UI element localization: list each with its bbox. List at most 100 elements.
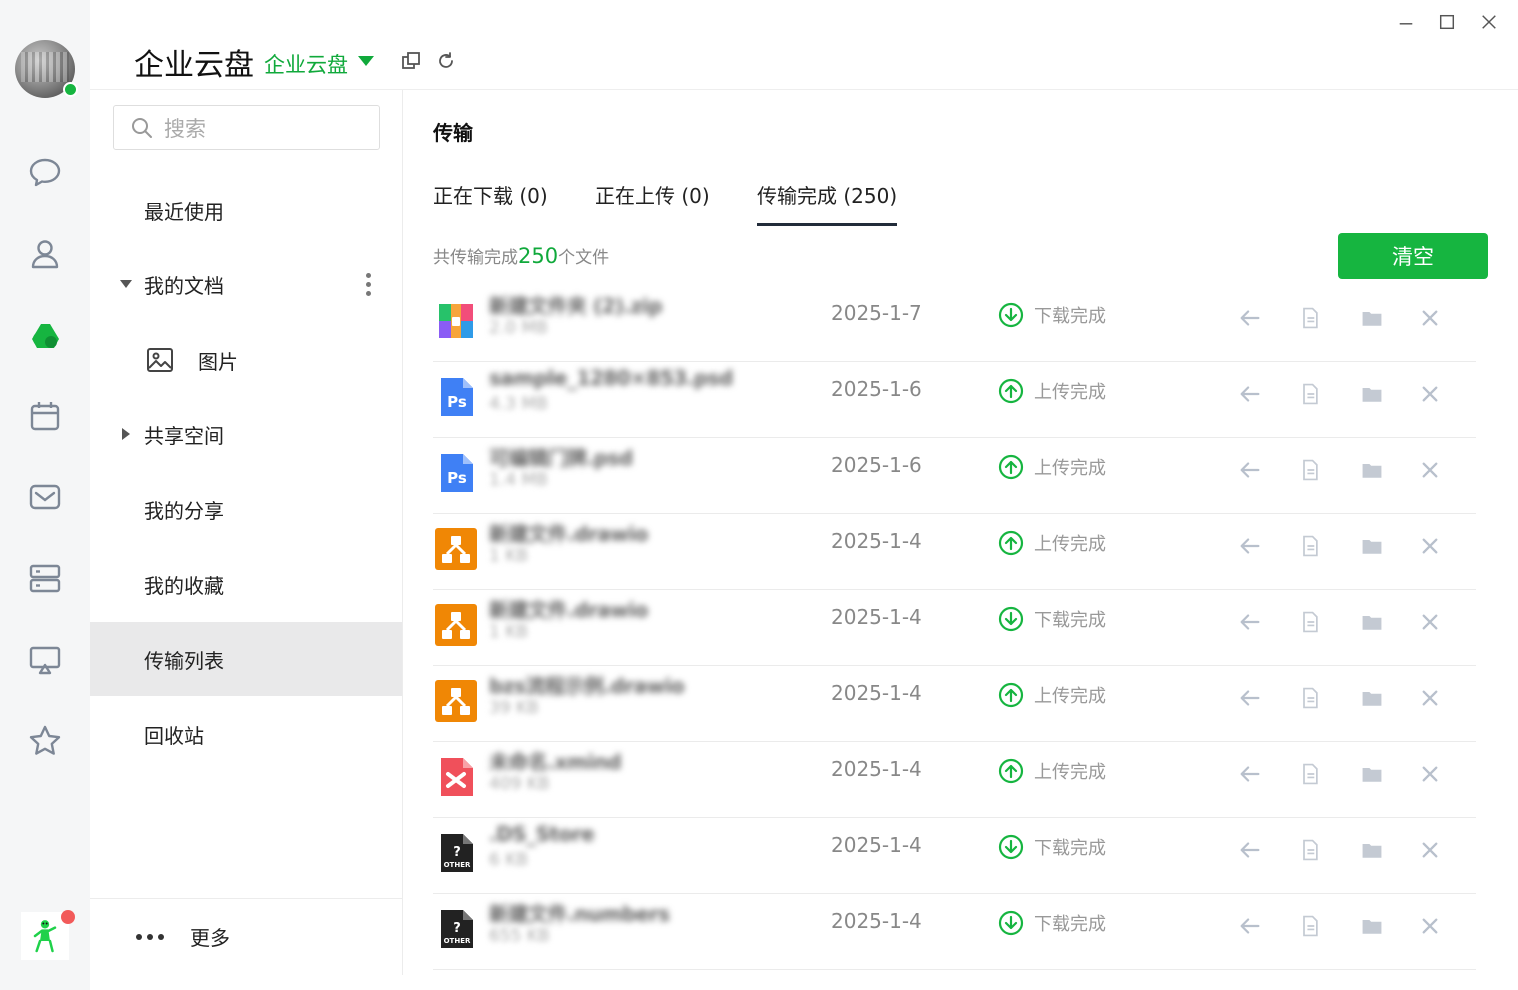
open-folder-icon[interactable] — [1358, 380, 1386, 408]
cloud-disk-icon[interactable] — [25, 316, 65, 356]
nav-item-label: 回收站 — [144, 723, 204, 748]
remove-record-icon[interactable] — [1416, 456, 1444, 484]
transfer-date: 2025-1-4 — [831, 605, 922, 629]
open-folder-icon[interactable] — [1358, 760, 1386, 788]
remove-record-icon[interactable] — [1416, 684, 1444, 712]
meeting-screen-icon[interactable] — [25, 640, 65, 680]
file-name[interactable]: 新建文件.numbers — [489, 898, 670, 927]
table-row[interactable]: ? OTHER .DS_Store 6 KB 2025-1-4 下载完成 — [433, 818, 1476, 894]
transfer-date: 2025-1-4 — [831, 833, 922, 857]
minimize-icon[interactable] — [1392, 8, 1420, 36]
open-file-icon[interactable] — [1296, 456, 1324, 484]
more-options-icon[interactable] — [366, 272, 372, 296]
open-folder-icon[interactable] — [1358, 684, 1386, 712]
remove-record-icon[interactable] — [1416, 836, 1444, 864]
back-arrow-icon[interactable] — [1236, 380, 1264, 408]
back-arrow-icon[interactable] — [1236, 304, 1264, 332]
nav-item-label: 传输列表 — [144, 648, 224, 673]
back-arrow-icon[interactable] — [1236, 912, 1264, 940]
remove-record-icon[interactable] — [1416, 532, 1444, 560]
transfer-date: 2025-1-4 — [831, 757, 922, 781]
table-row[interactable]: Ps sample_1280×853.psd 4.3 MB 2025-1-6 上传完成 — [433, 362, 1476, 438]
nav-item-my-docs[interactable]: 我的文档 — [90, 247, 402, 321]
table-row[interactable]: bzs流程示例.drawio 39 KB 2025-1-4 上传完成 — [433, 666, 1476, 742]
file-name[interactable]: bzs流程示例.drawio — [489, 670, 685, 699]
collapse-caret-icon[interactable] — [122, 428, 130, 440]
back-arrow-icon[interactable] — [1236, 836, 1264, 864]
nav-item-favorites[interactable]: 我的收藏 — [90, 547, 402, 621]
workbench-icon[interactable] — [25, 558, 65, 598]
file-name[interactable]: 未命名.xmind — [489, 746, 622, 775]
refresh-icon[interactable] — [435, 50, 457, 72]
back-arrow-icon[interactable] — [1236, 684, 1264, 712]
nav-item-shared-space[interactable]: 共享空间 — [90, 397, 402, 471]
expand-caret-icon[interactable] — [120, 280, 132, 288]
calendar-icon[interactable] — [25, 396, 65, 436]
status-label: 下载完成 — [1034, 610, 1106, 631]
open-folder-icon[interactable] — [1358, 912, 1386, 940]
remove-record-icon[interactable] — [1416, 608, 1444, 636]
star-icon[interactable] — [25, 721, 65, 761]
back-arrow-icon[interactable] — [1236, 532, 1264, 560]
svg-text:OTHER: OTHER — [444, 861, 471, 869]
table-row[interactable]: 新建文件夹 (2).zip 2.0 MB 2025-1-7 下载完成 — [433, 286, 1476, 362]
transfer-status: 上传完成 — [998, 454, 1106, 480]
nav-item-label: 我的收藏 — [144, 573, 224, 598]
nav-item-pictures[interactable]: 图片 — [90, 323, 402, 397]
close-window-icon[interactable] — [1475, 8, 1503, 36]
open-folder-icon[interactable] — [1358, 456, 1386, 484]
remove-record-icon[interactable] — [1416, 760, 1444, 788]
nav-item-my-shares[interactable]: 我的分享 — [90, 472, 402, 546]
remove-record-icon[interactable] — [1416, 304, 1444, 332]
open-folder-icon[interactable] — [1358, 836, 1386, 864]
back-arrow-icon[interactable] — [1236, 760, 1264, 788]
transfer-date: 2025-1-4 — [831, 909, 922, 933]
open-file-icon[interactable] — [1296, 760, 1324, 788]
open-file-icon[interactable] — [1296, 532, 1324, 560]
nav-item-transfers[interactable]: 传输列表 — [90, 622, 402, 696]
search-input[interactable]: 搜索 — [113, 105, 380, 150]
tab-completed[interactable]: 传输完成 (250) — [757, 180, 898, 226]
table-row[interactable]: 未命名.xmind 409 KB 2025-1-4 上传完成 — [433, 742, 1476, 818]
file-name[interactable]: 可编辑门牌.psd — [489, 442, 633, 471]
space-dropdown-caret-icon[interactable] — [358, 56, 374, 66]
open-external-icon[interactable] — [400, 50, 422, 72]
nav-item-recycle-bin[interactable]: 回收站 — [90, 697, 402, 771]
open-folder-icon[interactable] — [1358, 304, 1386, 332]
remove-record-icon[interactable] — [1416, 912, 1444, 940]
mail-icon[interactable] — [25, 477, 65, 517]
table-row[interactable]: 新建文件.drawio 1 KB 2025-1-4 上传完成 — [433, 514, 1476, 590]
download-complete-icon — [998, 910, 1034, 936]
file-name[interactable]: .DS_Store — [489, 822, 595, 846]
open-file-icon[interactable] — [1296, 380, 1324, 408]
file-name[interactable]: 新建文件夹 (2).zip — [489, 290, 663, 319]
file-name[interactable]: sample_1280×853.psd — [489, 366, 733, 390]
open-folder-icon[interactable] — [1358, 608, 1386, 636]
file-size: 4.3 MB — [489, 394, 548, 414]
file-size: 1.4 MB — [489, 470, 548, 490]
table-row[interactable]: Ps 可编辑门牌.psd 1.4 MB 2025-1-6 上传完成 — [433, 438, 1476, 514]
open-file-icon[interactable] — [1296, 608, 1324, 636]
file-name[interactable]: 新建文件.drawio — [489, 594, 648, 623]
open-file-icon[interactable] — [1296, 912, 1324, 940]
nav-divider — [90, 898, 403, 899]
maximize-icon[interactable] — [1433, 8, 1461, 36]
back-arrow-icon[interactable] — [1236, 456, 1264, 484]
remove-record-icon[interactable] — [1416, 380, 1444, 408]
tab-uploading[interactable]: 正在上传 (0) — [595, 180, 710, 209]
contacts-icon[interactable] — [25, 234, 65, 274]
file-name[interactable]: 新建文件.drawio — [489, 518, 648, 547]
more-button[interactable]: 更多 — [136, 922, 230, 951]
open-file-icon[interactable] — [1296, 836, 1324, 864]
open-file-icon[interactable] — [1296, 304, 1324, 332]
tab-downloading[interactable]: 正在下载 (0) — [433, 180, 548, 209]
chat-icon[interactable] — [25, 152, 65, 192]
nav-item-recent[interactable]: 最近使用 — [90, 173, 402, 247]
open-folder-icon[interactable] — [1358, 532, 1386, 560]
clear-button[interactable]: 清空 — [1338, 233, 1488, 279]
back-arrow-icon[interactable] — [1236, 608, 1264, 636]
space-switcher[interactable]: 企业云盘 — [264, 49, 348, 79]
table-row[interactable]: 新建文件.drawio 1 KB 2025-1-4 下载完成 — [433, 590, 1476, 666]
table-row[interactable]: ? OTHER 新建文件.numbers 655 KB 2025-1-4 下载完成 — [433, 894, 1476, 970]
open-file-icon[interactable] — [1296, 684, 1324, 712]
